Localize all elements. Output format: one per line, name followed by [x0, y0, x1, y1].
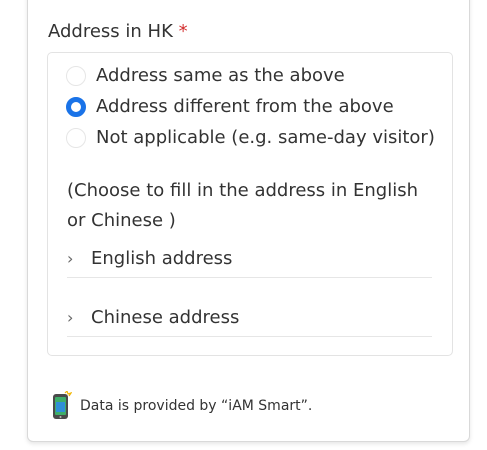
radio-button-unchecked[interactable]	[66, 66, 86, 86]
radio-option-different-address[interactable]: Address different from the above	[66, 93, 394, 121]
required-asterisk: *	[178, 21, 188, 42]
radio-label: Address same as the above	[96, 65, 345, 86]
radio-button-unchecked[interactable]	[66, 128, 86, 148]
iam-smart-phone-icon	[53, 391, 72, 419]
accordion-chinese-address[interactable]: › Chinese address	[67, 299, 432, 337]
radio-label: Address different from the above	[96, 96, 394, 117]
address-label-text: Address in HK	[48, 21, 173, 42]
address-language-hint: (Choose to fill in the address in Englis…	[67, 180, 419, 231]
radio-label: Not applicable (e.g. same-day visitor)	[96, 127, 435, 148]
accordion-label: English address	[91, 247, 233, 269]
radio-option-not-applicable[interactable]: Not applicable (e.g. same-day visitor)	[66, 124, 435, 152]
accordion-english-address[interactable]: › English address	[67, 240, 432, 278]
data-source-footnote: Data is provided by “iAM Smart”.	[50, 391, 312, 421]
chevron-right-icon: ›	[67, 248, 74, 268]
radio-button-checked[interactable]	[66, 97, 86, 117]
accordion-label: Chinese address	[91, 306, 240, 328]
chevron-right-icon: ›	[67, 307, 74, 327]
address-field-label: Address in HK *	[48, 20, 188, 44]
radio-option-same-address[interactable]: Address same as the above	[66, 62, 345, 90]
footnote-text: Data is provided by “iAM Smart”.	[80, 398, 313, 414]
